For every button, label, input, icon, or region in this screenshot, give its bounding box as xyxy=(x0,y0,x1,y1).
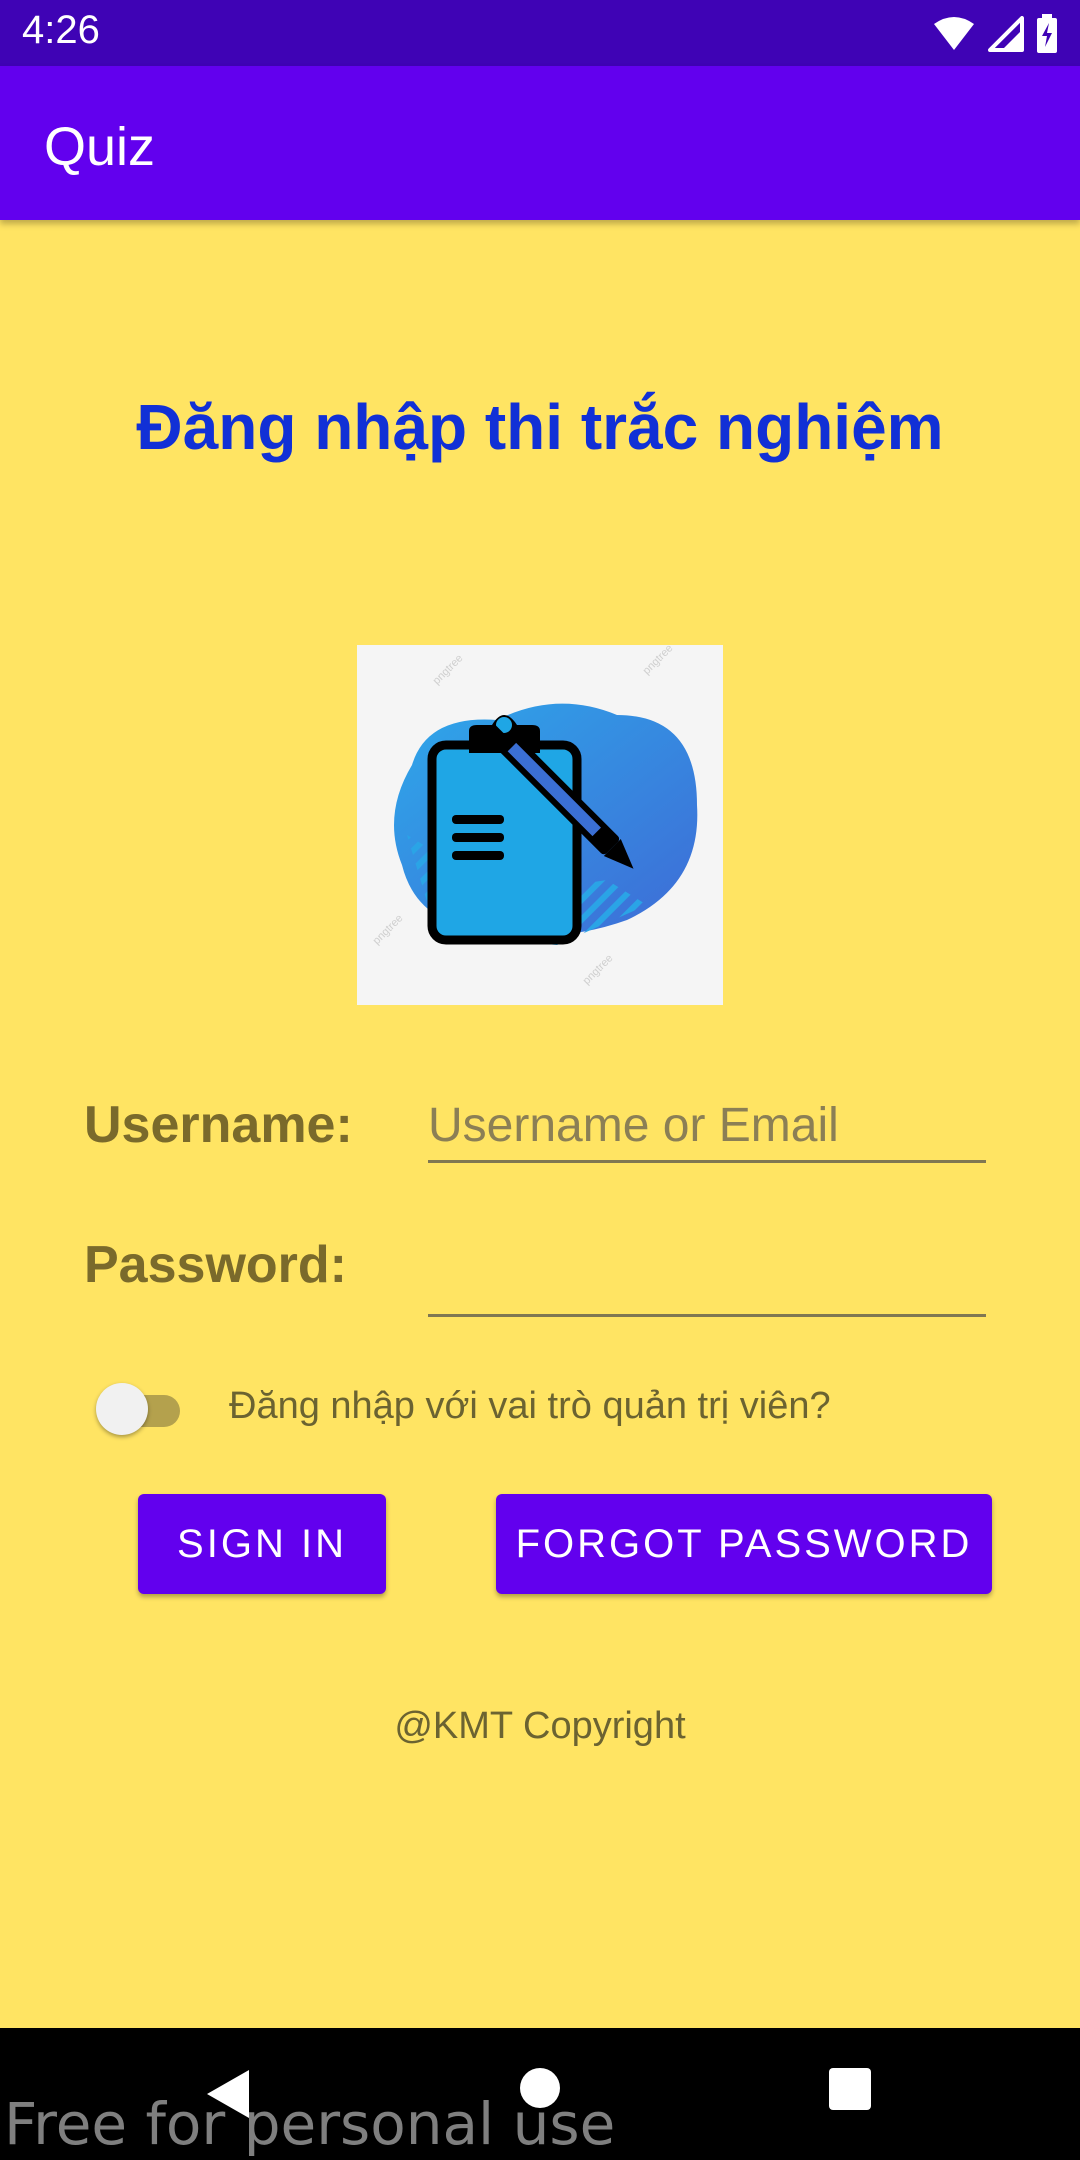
status-bar: 4:26 xyxy=(0,0,1080,66)
app-title: Quiz xyxy=(44,117,156,177)
app-bar: Quiz xyxy=(0,66,1080,220)
watermark-text: Free for personal use xyxy=(4,2090,616,2158)
toggle-thumb xyxy=(96,1383,148,1435)
svg-text:pngtree: pngtree xyxy=(371,912,406,947)
wifi-icon xyxy=(934,17,974,50)
battery-icon xyxy=(1037,14,1057,53)
password-input[interactable] xyxy=(428,1244,986,1317)
forgot-password-button[interactable]: FORGOT PASSWORD xyxy=(496,1494,992,1594)
svg-text:pngtree: pngtree xyxy=(431,652,466,687)
recents-icon[interactable] xyxy=(829,2068,871,2110)
login-screen: Đăng nhập thi trắc nghiệm pngtree pngtre… xyxy=(0,220,1080,2028)
clipboard-pen-icon: pngtree pngtree pngtree pngtree xyxy=(371,642,698,987)
status-time: 4:26 xyxy=(22,8,100,52)
svg-text:pngtree: pngtree xyxy=(641,645,676,677)
username-label: Username: xyxy=(84,1096,353,1154)
status-icons xyxy=(932,12,1058,56)
admin-toggle-label: Đăng nhập với vai trò quản trị viên? xyxy=(229,1385,831,1427)
password-label: Password: xyxy=(84,1236,347,1294)
quiz-logo: pngtree pngtree pngtree pngtree xyxy=(357,642,723,1005)
page-title: Đăng nhập thi trắc nghiệm xyxy=(136,391,944,463)
copyright-text: @KMT Copyright xyxy=(394,1705,686,1747)
username-input[interactable] xyxy=(428,1090,986,1163)
admin-toggle-switch[interactable] xyxy=(96,1375,186,1435)
svg-text:pngtree: pngtree xyxy=(581,952,616,987)
signal-icon xyxy=(988,16,1024,52)
sign-in-button[interactable]: SIGN IN xyxy=(138,1494,386,1594)
